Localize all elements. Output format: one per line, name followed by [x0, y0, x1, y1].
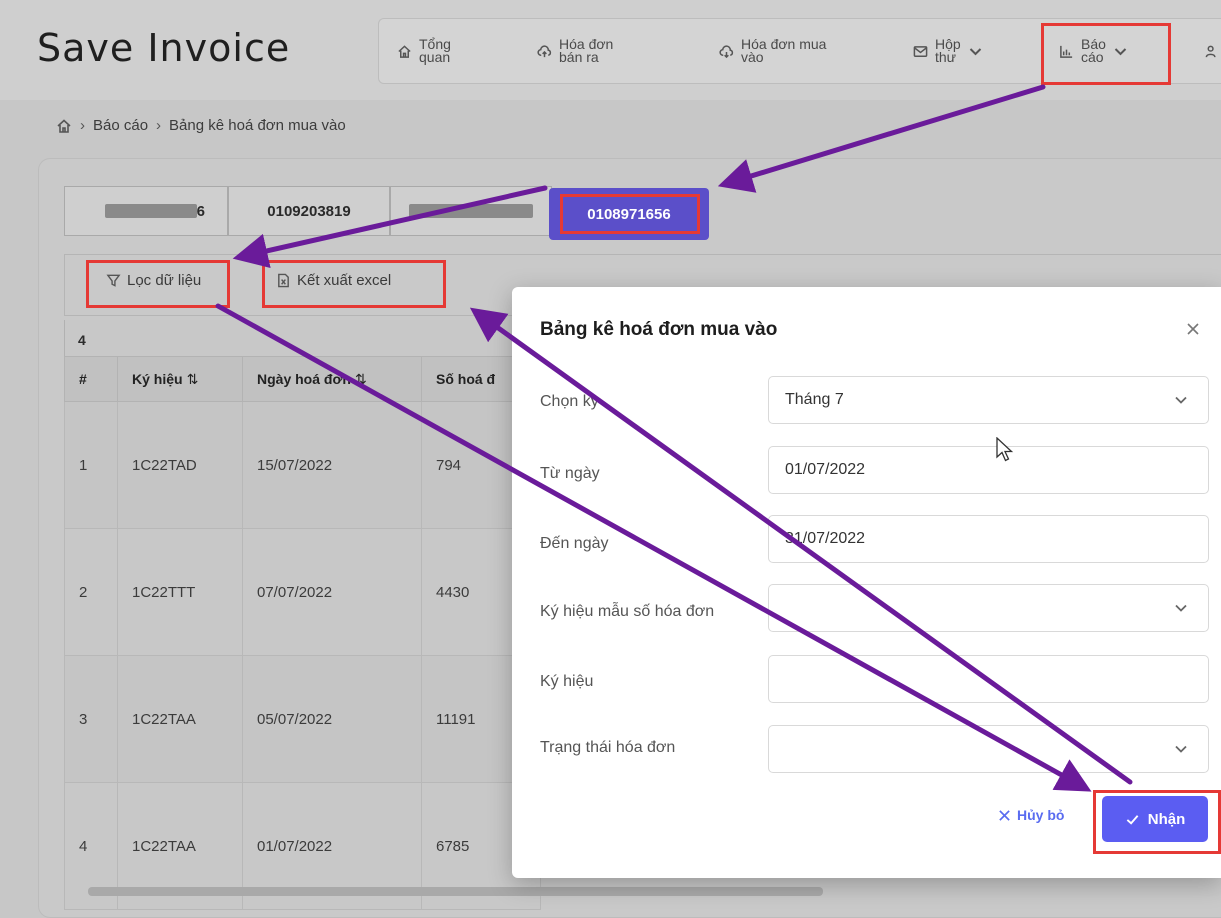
invoice-status-label: Trạng thái hóa đơn — [540, 739, 676, 756]
tab-company-1[interactable]: 6 — [64, 186, 228, 236]
horizontal-scrollbar[interactable] — [88, 887, 823, 896]
table-row[interactable]: 1 1C22TAD 15/07/2022 794 — [64, 401, 541, 529]
nav-item-overview[interactable]: Tổng quan — [397, 19, 451, 83]
period-label: Chọn kỳ — [540, 393, 599, 410]
cell-date: 07/07/2022 — [242, 528, 422, 656]
top-bar: Save Invoice Tổng quan Hóa đơn bán ra Hó… — [0, 0, 1221, 100]
highlight-reports — [1041, 23, 1171, 85]
record-count: 4 — [78, 332, 86, 348]
app-logo[interactable]: Save Invoice — [37, 26, 290, 70]
redacted-text — [104, 204, 197, 218]
tab-label: 0109203819 — [267, 202, 351, 220]
nav-label: Tổng quan — [419, 36, 451, 65]
close-icon — [1187, 323, 1199, 335]
column-header-symbol[interactable]: Ký hiệu ⇅ — [117, 356, 243, 402]
symbol-input[interactable] — [768, 655, 1209, 703]
period-select[interactable]: Tháng 7 — [768, 376, 1209, 424]
cell-symbol: 1C22TTT — [117, 528, 243, 656]
to-date-label: Đến ngày — [540, 535, 609, 552]
home-icon — [398, 44, 411, 58]
cell-symbol: 1C22TAD — [117, 401, 243, 529]
symbol-label: Ký hiệu — [540, 673, 594, 690]
cell-index: 1 — [64, 401, 118, 529]
highlight-submit — [1093, 790, 1221, 854]
from-date-value: 01/07/2022 — [785, 461, 866, 478]
highlight-filter — [86, 260, 230, 308]
cell-date: 05/07/2022 — [242, 655, 422, 783]
company-tabs: 6 0109203819 — [64, 186, 552, 238]
redacted-text — [409, 204, 533, 218]
nav-item-sales-invoices[interactable]: Hóa đơn bán ra — [537, 19, 613, 83]
from-date-label: Từ ngày — [540, 465, 600, 482]
cell-symbol: 1C22TAA — [117, 655, 243, 783]
cancel-label: Hủy bỏ — [1017, 807, 1065, 823]
tab-label: 6 — [196, 202, 205, 220]
nav-item-more[interactable] — [1205, 19, 1220, 83]
nav-item-mailbox[interactable]: Hộp thư — [913, 19, 983, 83]
to-date-value: 31/07/2022 — [785, 530, 866, 547]
nav-item-purchase-invoices[interactable]: Hóa đơn mua vào — [719, 19, 826, 83]
cell-date: 15/07/2022 — [242, 401, 422, 529]
close-icon — [999, 809, 1010, 821]
highlight-active-tab — [560, 194, 700, 234]
template-symbol-select[interactable] — [768, 584, 1209, 632]
mail-icon — [913, 45, 928, 57]
breadcrumb: › Báo cáo › Bảng kê hoá đơn mua vào — [56, 117, 346, 134]
cell-index: 3 — [64, 655, 118, 783]
nav-label: Hóa đơn mua vào — [741, 36, 827, 65]
breadcrumb-reports[interactable]: Báo cáo — [93, 117, 148, 134]
highlight-export — [262, 260, 446, 308]
mouse-cursor-icon — [996, 437, 1014, 462]
column-header-label: Ngày hoá đơn — [257, 370, 351, 387]
close-button[interactable] — [1185, 321, 1201, 337]
period-value: Tháng 7 — [785, 391, 844, 408]
chevron-down-icon — [969, 47, 981, 55]
to-date-input[interactable]: 31/07/2022 — [768, 515, 1209, 563]
template-symbol-label: Ký hiệu mẫu số hóa đơn — [540, 603, 715, 620]
table-row[interactable]: 3 1C22TAA 05/07/2022 11191 — [64, 655, 541, 783]
tab-company-2[interactable]: 0109203819 — [228, 186, 390, 236]
invoice-status-select[interactable] — [768, 725, 1209, 773]
modal-title: Bảng kê hoá đơn mua vào — [540, 319, 778, 340]
column-header-index: # — [64, 356, 118, 402]
sort-icon[interactable]: ⇅ — [187, 371, 199, 387]
column-header-label: Ký hiệu — [132, 370, 183, 387]
invoice-table: # Ký hiệu ⇅ Ngày hoá đơn ⇅ Số hoá đ 1 1C22… — [64, 356, 541, 910]
chevron-down-icon — [1174, 393, 1188, 407]
chevron-right-icon: › — [80, 117, 85, 134]
chevron-right-icon: › — [156, 117, 162, 134]
chevron-down-icon — [1174, 601, 1188, 615]
chevron-down-icon — [1174, 742, 1188, 756]
table-header-row: # Ký hiệu ⇅ Ngày hoá đơn ⇅ Số hoá đ — [64, 356, 541, 402]
cancel-button[interactable]: Hủy bỏ — [998, 807, 1064, 823]
nav-label: Hộp thư — [935, 36, 961, 65]
cell-index: 2 — [64, 528, 118, 656]
column-header-date[interactable]: Ngày hoá đơn ⇅ — [242, 356, 422, 402]
cloud-upload-icon — [537, 44, 552, 57]
breadcrumb-current: Bảng kê hoá đơn mua vào — [169, 117, 346, 134]
cloud-download-icon — [719, 44, 734, 58]
nav-label: Hóa đơn bán ra — [559, 36, 614, 65]
from-date-input[interactable]: 01/07/2022 — [768, 446, 1209, 494]
tab-company-3[interactable] — [390, 186, 552, 236]
users-icon — [1205, 45, 1216, 57]
table-row[interactable]: 2 1C22TTT 07/07/2022 4430 — [64, 528, 541, 656]
home-icon[interactable] — [56, 118, 72, 134]
sort-icon[interactable]: ⇅ — [355, 371, 367, 387]
